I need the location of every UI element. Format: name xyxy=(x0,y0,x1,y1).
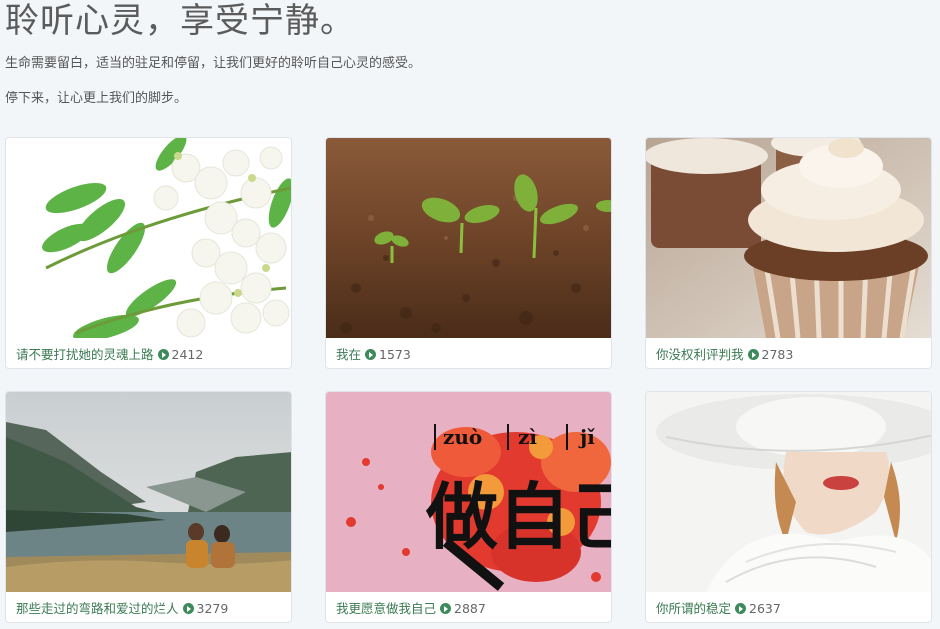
play-count: 2783 xyxy=(761,347,794,362)
video-title[interactable]: 你没权利评判我 xyxy=(656,347,744,362)
video-card[interactable]: 我在 1573 xyxy=(325,137,612,369)
thumbnail-mountain-lake[interactable] xyxy=(6,392,291,592)
poster-pinyin-ji: jǐ xyxy=(578,425,595,449)
video-caption[interactable]: 我在 1573 xyxy=(336,345,411,365)
play-count: 1573 xyxy=(379,347,411,362)
video-title[interactable]: 我更愿意做我自己 xyxy=(336,601,436,616)
thumbnail-woman-white-hat[interactable] xyxy=(646,392,931,592)
thumbnail-seedlings[interactable] xyxy=(326,138,611,338)
thumbnail-calligraphy-poster[interactable]: zuò zì jǐ 做自己 xyxy=(326,392,611,592)
video-caption[interactable]: 你没权利评判我 2783 xyxy=(656,345,793,365)
video-card[interactable]: zuò zì jǐ 做自己 我更愿意做我自己 2887 xyxy=(325,391,612,623)
video-caption[interactable]: 我更愿意做我自己 2887 xyxy=(336,599,486,619)
video-title[interactable]: 你所谓的稳定 xyxy=(656,601,731,616)
play-count: 3279 xyxy=(196,601,229,616)
video-grid: 请不要打扰她的灵魂上路 2412 我在 1573 你没权利评判我 2783 那些… xyxy=(0,0,940,629)
video-card[interactable]: 你没权利评判我 2783 xyxy=(645,137,932,369)
play-count: 2637 xyxy=(749,601,781,616)
play-circle-icon xyxy=(182,603,194,614)
thumbnail-white-flowers[interactable] xyxy=(6,138,291,338)
play-circle-icon xyxy=(157,349,169,360)
play-count: 2412 xyxy=(171,347,204,362)
poster-pinyin-zi: zì xyxy=(518,425,537,449)
video-caption[interactable]: 你所谓的稳定 2637 xyxy=(656,599,781,619)
thumbnail-cupcake[interactable] xyxy=(646,138,931,338)
video-title[interactable]: 请不要打扰她的灵魂上路 xyxy=(16,347,154,362)
play-circle-icon xyxy=(747,349,759,360)
play-count: 2887 xyxy=(454,601,486,616)
video-card[interactable]: 请不要打扰她的灵魂上路 2412 xyxy=(5,137,292,369)
video-title[interactable]: 那些走过的弯路和爱过的烂人 xyxy=(16,601,179,616)
play-circle-icon xyxy=(365,349,377,360)
poster-pinyin-zuo: zuò xyxy=(443,425,482,449)
video-card[interactable]: 你所谓的稳定 2637 xyxy=(645,391,932,623)
play-circle-icon xyxy=(735,603,747,614)
video-caption[interactable]: 那些走过的弯路和爱过的烂人 3279 xyxy=(16,599,228,619)
video-card[interactable]: 那些走过的弯路和爱过的烂人 3279 xyxy=(5,391,292,623)
video-caption[interactable]: 请不要打扰她的灵魂上路 2412 xyxy=(16,345,203,365)
play-circle-icon xyxy=(440,603,452,614)
video-title[interactable]: 我在 xyxy=(336,347,361,362)
